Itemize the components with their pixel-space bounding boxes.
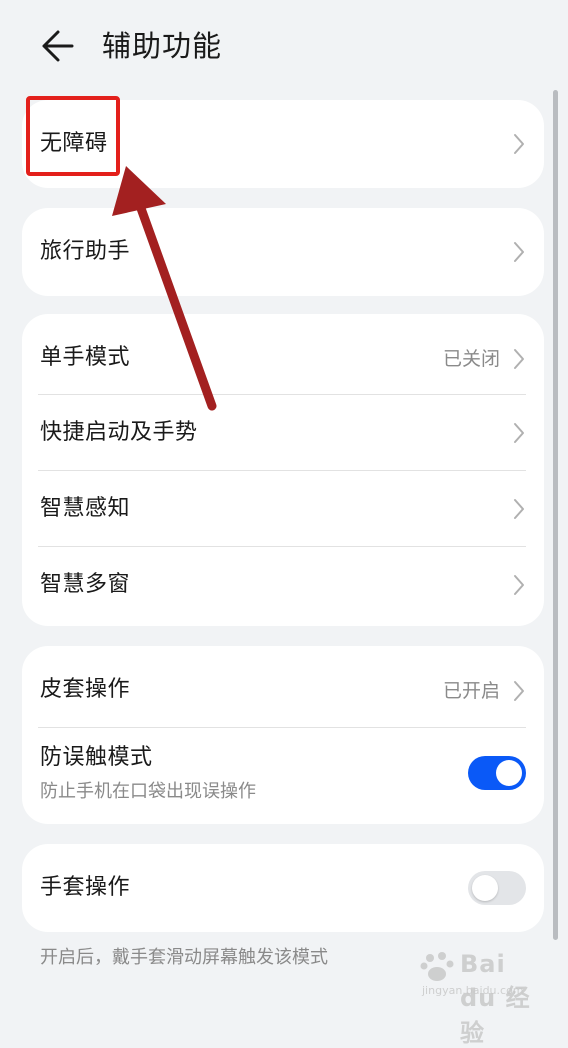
toggle-knob xyxy=(472,875,498,901)
row-label: 旅行助手 xyxy=(40,239,131,264)
chevron-right-icon xyxy=(514,575,524,595)
status-value: 已关闭 xyxy=(442,348,500,370)
glove-mode-footnote: 开启后，戴手套滑动屏幕触发该模式 xyxy=(40,947,328,968)
toggle-knob xyxy=(496,760,522,786)
row-glove-mode: 手套操作 xyxy=(22,844,544,932)
card-glove-mode: 手套操作 xyxy=(22,844,544,932)
chevron-right-icon xyxy=(514,242,524,262)
row-label: 单手模式 xyxy=(40,345,131,370)
chevron-right-icon xyxy=(514,134,524,154)
row-smart-multi-window[interactable]: 智慧多窗 xyxy=(22,547,544,626)
chevron-right-icon xyxy=(514,349,524,369)
row-one-handed-mode[interactable]: 单手模式 已关闭 xyxy=(22,314,544,394)
row-label: 智慧多窗 xyxy=(40,572,131,597)
chevron-right-icon xyxy=(514,499,524,519)
row-label: 皮套操作 xyxy=(40,677,131,702)
row-description: 防止手机在口袋出现误操作 xyxy=(40,781,256,802)
row-label: 智慧感知 xyxy=(40,496,131,521)
baidu-jingyan-watermark: Bai du 经验 jingyan.baidu.com xyxy=(420,950,550,1047)
card-travel-assistant[interactable]: 旅行助手 xyxy=(22,208,544,296)
anti-mistouch-toggle[interactable] xyxy=(468,756,526,790)
row-label: 快捷启动及手势 xyxy=(40,420,198,445)
row-cover-operation[interactable]: 皮套操作 已开启 xyxy=(22,646,544,726)
back-arrow-icon[interactable] xyxy=(38,28,78,64)
card-group-modes: 单手模式 已关闭 快捷启动及手势 智慧感知 智慧多窗 xyxy=(22,314,544,626)
row-label: 手套操作 xyxy=(40,875,131,900)
chevron-right-icon xyxy=(514,423,524,443)
row-travel-assistant[interactable]: 旅行助手 xyxy=(22,208,544,296)
chevron-right-icon xyxy=(514,681,524,701)
page-title: 辅助功能 xyxy=(102,29,223,63)
glove-mode-toggle[interactable] xyxy=(468,871,526,905)
status-value: 已开启 xyxy=(442,680,500,702)
row-quick-launch-gestures[interactable]: 快捷启动及手势 xyxy=(22,395,544,470)
watermark-url: jingyan.baidu.com xyxy=(422,984,524,997)
card-group-cover: 皮套操作 已开启 防误触模式 防止手机在口袋出现误操作 xyxy=(22,646,544,824)
row-label: 防误触模式 xyxy=(40,745,153,770)
annotation-highlight-box xyxy=(26,96,120,176)
row-anti-mistouch: 防误触模式 防止手机在口袋出现误操作 xyxy=(22,728,544,824)
row-smart-sensing[interactable]: 智慧感知 xyxy=(22,471,544,546)
scrollbar[interactable] xyxy=(553,90,558,940)
watermark-text: Bai du 经验 xyxy=(460,950,531,1047)
header-bar: 辅助功能 xyxy=(0,0,568,92)
paw-logo-icon xyxy=(420,952,454,981)
